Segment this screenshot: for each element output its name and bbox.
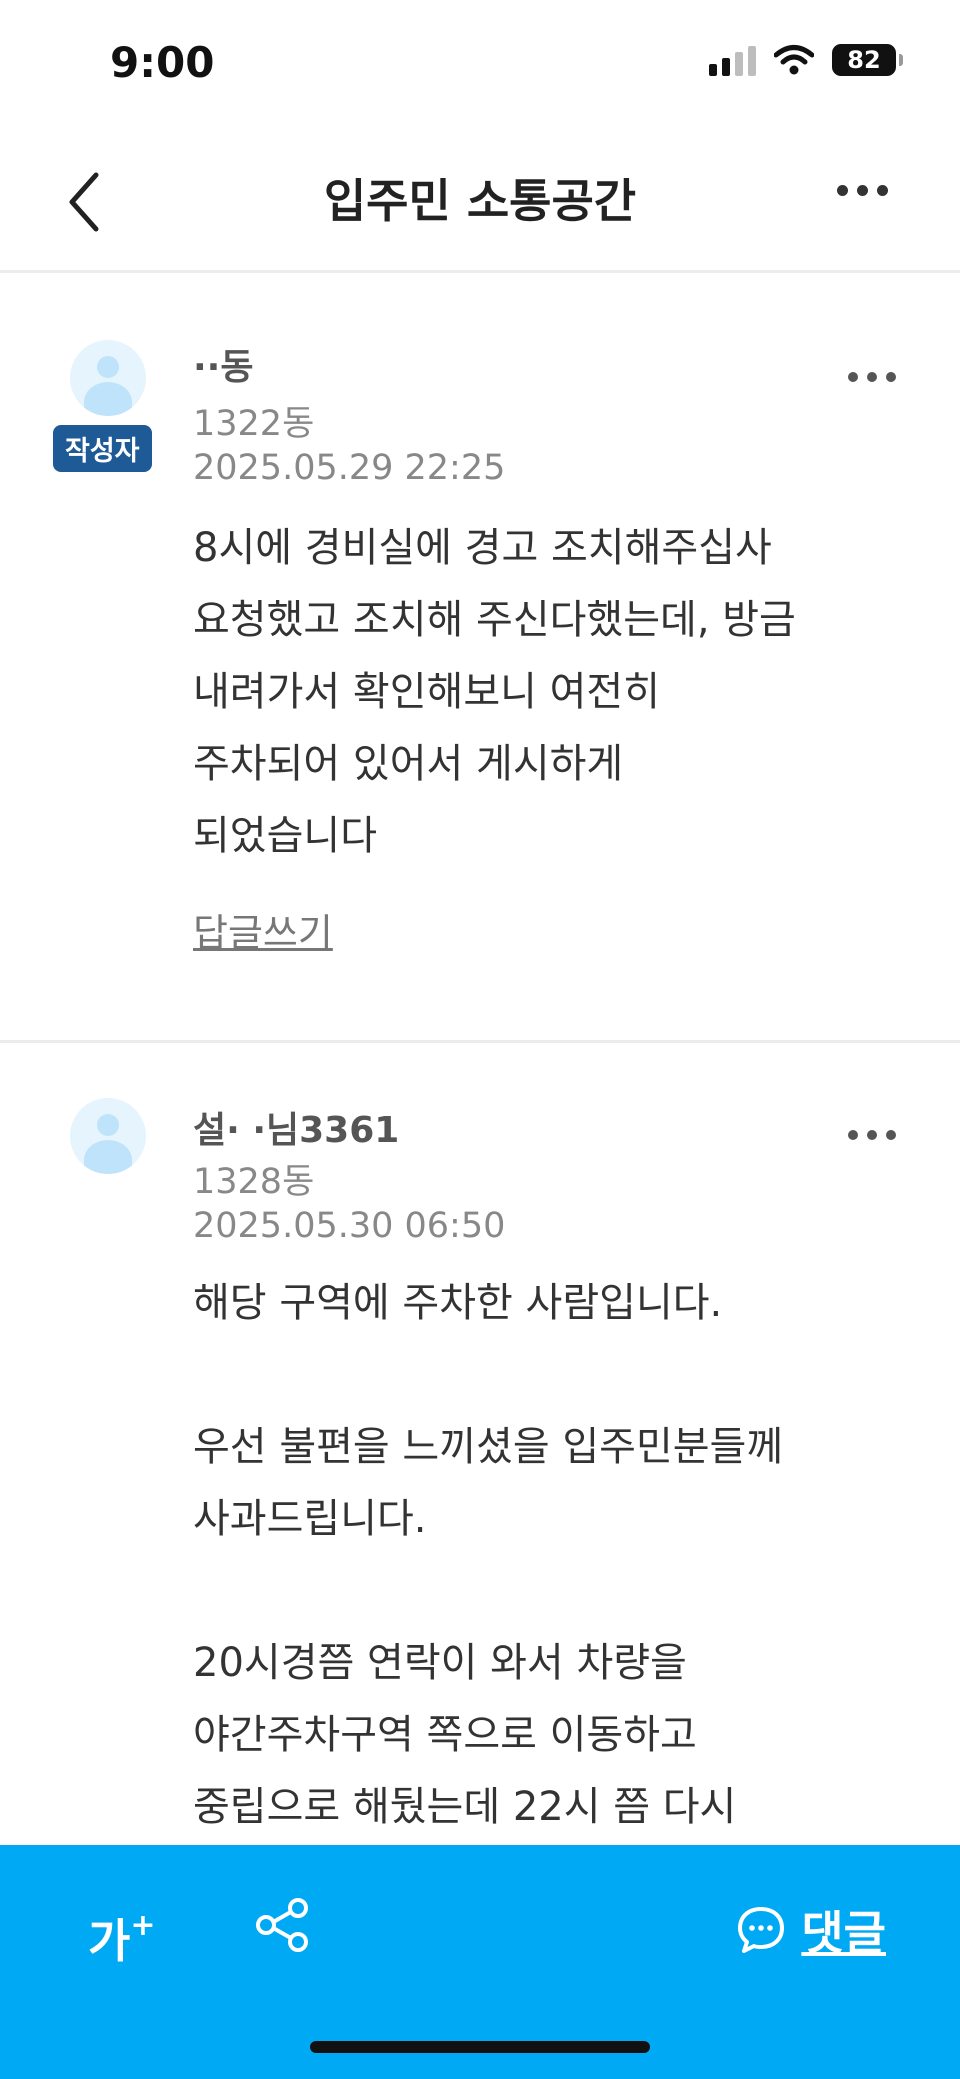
comment-line: 우선 불편을 느끼셨을 입주민분들께 <box>193 1424 784 1470</box>
comment-more-button[interactable] <box>848 1130 896 1140</box>
comment-line: 사과드립니다. <box>193 1496 427 1542</box>
comment-line <box>193 1555 893 1627</box>
comment-line: 야간주차구역 쪽으로 이동하고 <box>193 1712 697 1758</box>
more-icon <box>848 1130 896 1140</box>
comment-line: 20시경쯤 연락이 와서 차량을 <box>193 1640 687 1686</box>
comment-item: 작성자 ··동 1322동 2025.05.29 22:25 8시에 경비실에 … <box>0 300 960 1030</box>
comment-author-name: ··동 <box>193 347 254 388</box>
comment-line: 해당 구역에 주차한 사람입니다. <box>193 1280 723 1326</box>
comment-line: 요청했고 조치해 주신다했는데, 방금 <box>193 597 796 643</box>
signal-icon <box>709 44 756 76</box>
battery-level: 82 <box>847 46 881 74</box>
page-title: 입주민 소통공간 <box>323 174 637 228</box>
avatar-icon <box>70 340 146 416</box>
nav-bar: 입주민 소통공간 <box>0 135 960 273</box>
comment-body: 8시에 경비실에 경고 조치해주십사 요청했고 조치해 주신다했는데, 방금 내… <box>193 512 893 872</box>
comment-dong: 1322동 <box>193 404 315 444</box>
bottom-toolbar: 가+ 댓글 <box>0 1845 960 2079</box>
more-button[interactable] <box>837 185 888 196</box>
battery-icon: 82 <box>832 44 903 76</box>
comment-line: 내려가서 확인해보니 여전히 <box>193 669 661 715</box>
more-icon <box>848 372 896 382</box>
comment-line <box>193 1339 893 1411</box>
comment-line: 8시에 경비실에 경고 조치해주십사 <box>193 525 772 571</box>
comment-button-label: 댓글 <box>801 1906 886 1960</box>
status-bar: 9:00 82 <box>0 0 960 130</box>
reply-link[interactable]: 답글쓰기 <box>193 902 333 957</box>
font-size-plus: + <box>130 1907 156 1943</box>
chat-bubble-icon <box>738 1907 785 1953</box>
comment-line: 되었습니다 <box>193 813 377 859</box>
share-icon[interactable] <box>254 1897 310 1953</box>
comment-line: 중립으로 해뒀는데 22시 쯤 다시 <box>193 1784 737 1830</box>
status-time: 9:00 <box>110 38 215 87</box>
comment-body: 해당 구역에 주차한 사람입니다. 우선 불편을 느끼셨을 입주민분들께 사과드… <box>193 1267 893 1843</box>
wifi-icon <box>774 45 814 75</box>
status-icons: 82 <box>709 44 903 76</box>
font-size-button[interactable]: 가+ <box>88 1905 155 1971</box>
comment-date: 2025.05.29 22:25 <box>193 448 506 488</box>
comment-button[interactable]: 댓글 <box>735 1897 886 1963</box>
comment-date: 2025.05.30 06:50 <box>193 1206 506 1246</box>
comment-author-name: 설· ·님3361 <box>193 1110 400 1151</box>
comment-item: 설· ·님3361 1328동 2025.05.30 06:50 해당 구역에 … <box>0 1040 960 1848</box>
more-icon <box>837 185 888 196</box>
comment-dong: 1328동 <box>193 1162 315 1202</box>
author-badge: 작성자 <box>53 425 152 472</box>
font-size-label: 가 <box>88 1914 131 1968</box>
comment-more-button[interactable] <box>848 372 896 382</box>
avatar-icon <box>70 1098 146 1174</box>
comment-line: 주차되어 있어서 게시하게 <box>193 741 624 787</box>
home-indicator <box>310 2041 650 2053</box>
